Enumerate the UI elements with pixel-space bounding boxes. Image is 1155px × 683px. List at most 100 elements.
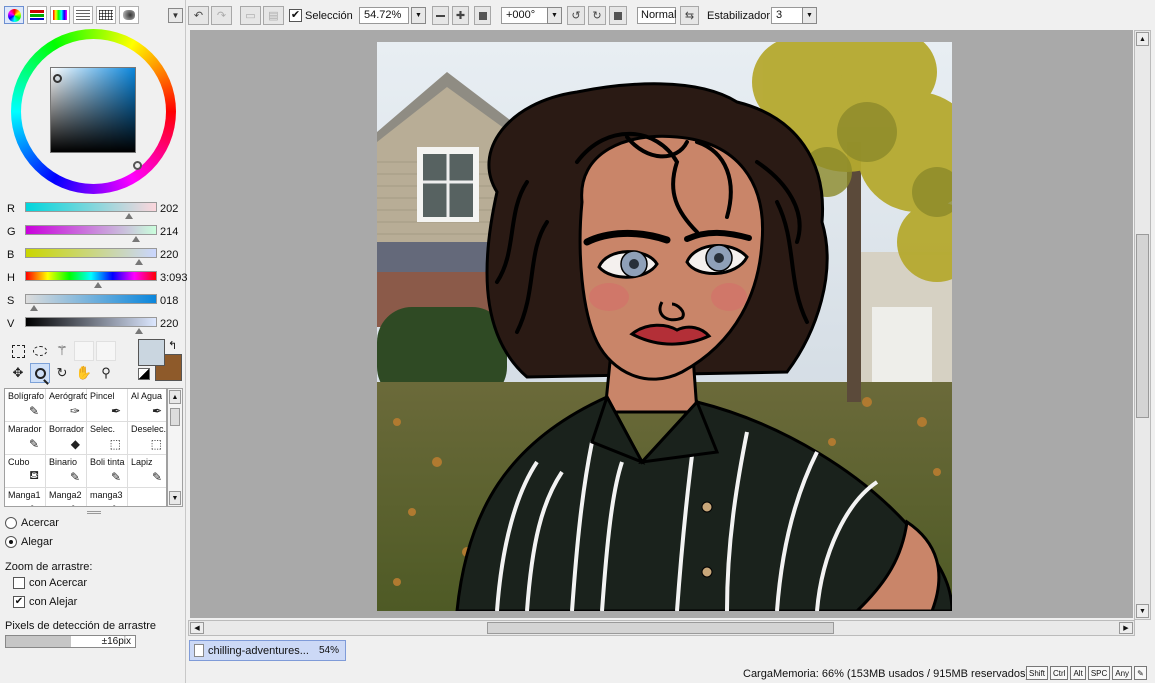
slider-track[interactable] <box>25 202 157 212</box>
foreground-color-swatch[interactable] <box>138 339 165 366</box>
document-tab[interactable]: chilling-adventures... 54% <box>189 640 346 661</box>
zoom-out-option[interactable]: Alegar <box>5 536 53 548</box>
brush-cubo[interactable]: Cubo ⛾ <box>5 455 46 488</box>
color-wheel-mode-icon[interactable] <box>4 6 24 24</box>
slider-v[interactable]: V 220 <box>5 315 185 334</box>
palette-grid-mode-icon[interactable] <box>96 6 116 24</box>
slider-b[interactable]: B 220 <box>5 246 185 265</box>
brush-al-agua[interactable]: Al Agua ✒ <box>128 389 166 422</box>
color-swatch-mode-icon[interactable] <box>73 6 93 24</box>
stabilizer-field[interactable]: 3 <box>771 7 803 24</box>
zoom-in-icon[interactable]: ✚ <box>452 6 469 25</box>
drag-zoom-out-checkbox[interactable]: ✔ <box>13 596 25 608</box>
drag-zoom-in-option[interactable]: con Acercar <box>13 577 87 589</box>
slider-track[interactable] <box>25 317 157 327</box>
brush-aer-grafo[interactable]: Aerógrafo ✑ <box>46 389 87 422</box>
brush-manga3[interactable]: manga3 ✎ <box>87 488 128 506</box>
scroll-down-icon[interactable]: ▼ <box>1136 604 1149 618</box>
rotate-icon[interactable]: ↻ <box>52 363 72 383</box>
sv-marker[interactable] <box>53 74 62 83</box>
artwork-canvas[interactable] <box>377 42 952 611</box>
brush-boli-tinta[interactable]: Boli tinta ✎ <box>87 455 128 488</box>
slider-r[interactable]: R 202 <box>5 200 185 219</box>
redo-icon[interactable]: ↷ <box>211 6 232 25</box>
slider-track[interactable] <box>25 271 157 281</box>
zoom-dropdown-icon[interactable]: ▼ <box>411 7 426 24</box>
invert-selection-icon[interactable]: ▤ <box>263 6 284 25</box>
undo-icon[interactable]: ↶ <box>188 6 209 25</box>
move-icon[interactable]: ✥ <box>8 363 28 383</box>
hand-icon[interactable]: ✋ <box>74 363 94 383</box>
deselect-icon[interactable]: ▭ <box>240 6 261 25</box>
rgb-sliders-mode-icon[interactable] <box>27 6 47 24</box>
brush-binario[interactable]: Binario ✎ <box>46 455 87 488</box>
slider-track[interactable] <box>25 248 157 258</box>
brush-manga1[interactable]: Manga1 ✎ <box>5 488 46 506</box>
blend-mode-field[interactable]: Normal <box>637 7 676 24</box>
scroll-up-icon[interactable]: ▲ <box>1136 32 1149 46</box>
scroll-left-icon[interactable]: ◀ <box>190 622 204 634</box>
brush-pincel[interactable]: Pincel ✒ <box>87 389 128 422</box>
zoom-in-radio[interactable] <box>5 517 17 529</box>
zoom-reset-icon[interactable] <box>474 6 491 25</box>
rotate-right-icon[interactable]: ↻ <box>588 6 606 25</box>
slider-thumb[interactable] <box>134 328 143 334</box>
panel-collapse-icon[interactable]: ▼ <box>168 8 183 23</box>
slider-thumb[interactable] <box>131 236 140 242</box>
reset-colors-icon[interactable] <box>138 368 150 380</box>
scroll-thumb[interactable] <box>170 408 180 426</box>
brush-lapiz[interactable]: Lapiz ✎ <box>128 455 166 488</box>
brush-manga2[interactable]: Manga2 ✎ <box>46 488 87 506</box>
drag-zoom-in-checkbox[interactable] <box>13 577 25 589</box>
slider-s[interactable]: S 018 <box>5 292 185 311</box>
scroll-up-icon[interactable]: ▲ <box>169 390 181 404</box>
flip-horizontal-icon[interactable]: ⇆ <box>680 6 699 25</box>
hue-marker[interactable] <box>133 161 142 170</box>
color-wheel[interactable] <box>11 29 176 194</box>
brush-marador[interactable]: Marador ✎ <box>5 422 46 455</box>
rotation-reset-icon[interactable] <box>609 6 627 25</box>
lasso-select-icon[interactable] <box>30 341 50 361</box>
slider-g[interactable]: G 214 <box>5 223 185 242</box>
stabilizer-dropdown-icon[interactable]: ▼ <box>802 7 817 24</box>
hsv-sliders-mode-icon[interactable] <box>50 6 70 24</box>
zoom-out-radio[interactable] <box>5 536 17 548</box>
scratch-pad-mode-icon[interactable] <box>119 6 139 24</box>
eyedropper-icon[interactable]: ⚲ <box>96 363 116 383</box>
zoom-icon[interactable] <box>30 363 50 385</box>
brush-list-scrollbar[interactable]: ▲ ▼ <box>167 388 183 507</box>
drag-zoom-out-option[interactable]: ✔ con Alejar <box>13 596 77 608</box>
zoom-field[interactable]: 54.72% <box>359 7 409 24</box>
zoom-out-icon[interactable] <box>432 6 449 25</box>
vertical-scroll-thumb[interactable] <box>1136 234 1149 418</box>
brush-borrador[interactable]: Borrador ◆ <box>46 422 87 455</box>
brush-bol-grafo[interactable]: Bolígrafo ✎ <box>5 389 46 422</box>
slider-thumb[interactable] <box>93 282 102 288</box>
canvas-vertical-scrollbar[interactable]: ▲ ▼ <box>1134 30 1151 620</box>
swap-colors-icon[interactable]: ↰ <box>168 339 177 352</box>
slider-track[interactable] <box>25 225 157 235</box>
panel-resize-grip[interactable] <box>87 511 101 514</box>
zoom-in-option[interactable]: Acercar <box>5 517 59 529</box>
slider-thumb[interactable] <box>134 259 143 265</box>
scroll-down-icon[interactable]: ▼ <box>169 491 181 505</box>
saturation-value-square[interactable] <box>50 67 136 153</box>
rotation-field[interactable]: +000° <box>501 7 551 24</box>
brush-selec-[interactable]: Selec. ⬚ <box>87 422 128 455</box>
rotation-dropdown-icon[interactable]: ▼ <box>547 7 562 24</box>
rotate-left-icon[interactable]: ↺ <box>567 6 585 25</box>
slider-track[interactable] <box>25 294 157 304</box>
pixel-detect-slider[interactable]: ±16pix <box>5 635 136 648</box>
slider-h[interactable]: H 3:093 <box>5 269 188 288</box>
canvas-area[interactable] <box>190 30 1133 618</box>
house-window <box>417 147 479 222</box>
selection-checkbox[interactable]: ✔ <box>289 9 302 22</box>
brush-deselec-[interactable]: Deselec. ⬚ <box>128 422 166 455</box>
rect-select-icon[interactable] <box>8 341 28 361</box>
canvas-horizontal-scrollbar[interactable]: ◀ ▶ <box>188 620 1135 636</box>
magic-wand-icon[interactable]: ⚚ <box>52 341 72 361</box>
slider-thumb[interactable] <box>125 213 134 219</box>
scroll-right-icon[interactable]: ▶ <box>1119 622 1133 634</box>
slider-thumb[interactable] <box>30 305 39 311</box>
horizontal-scroll-thumb[interactable] <box>487 622 834 634</box>
